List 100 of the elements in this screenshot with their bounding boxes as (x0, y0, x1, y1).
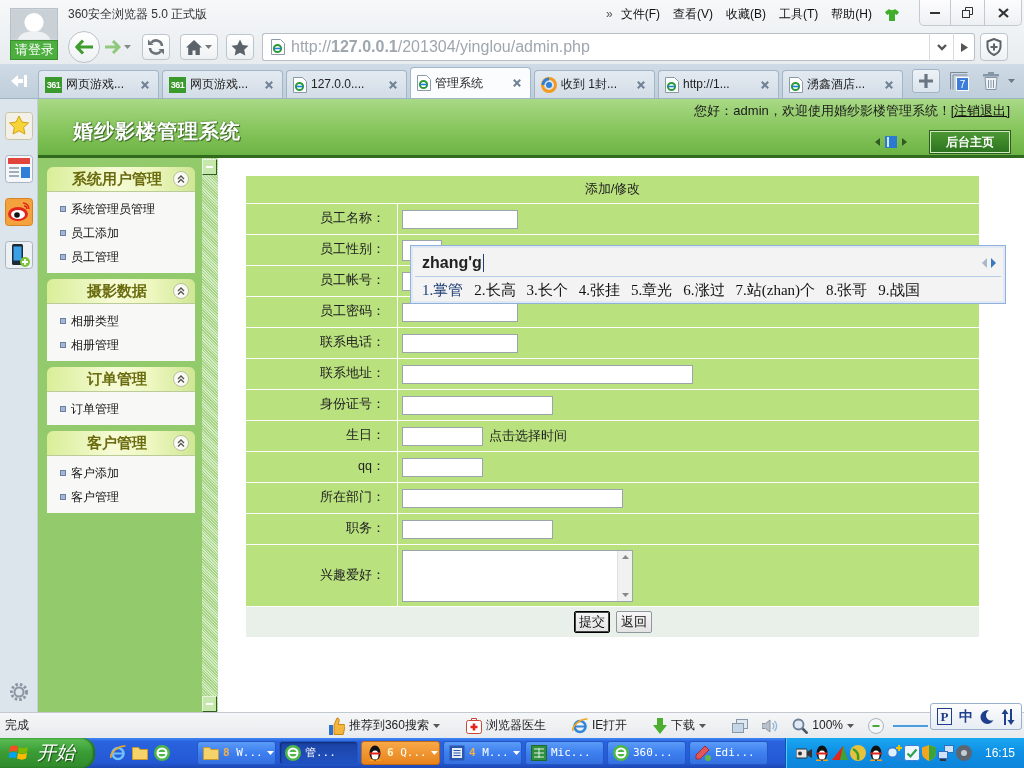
menu-item[interactable]: 员工管理 (60, 245, 195, 269)
page-arrows-icon[interactable] (981, 257, 997, 268)
taskbar-button[interactable]: Edi... (689, 741, 768, 765)
close-tab-button[interactable] (139, 78, 151, 91)
menu-item[interactable]: 工具(T) (779, 7, 819, 22)
newspaper-icon[interactable] (4, 155, 33, 183)
browser-tab[interactable]: 管理系统 (410, 67, 531, 98)
penguin-icon[interactable] (814, 745, 830, 761)
text-field[interactable] (402, 364, 693, 384)
more-menu-button[interactable]: » (606, 7, 613, 22)
date-field[interactable] (402, 426, 483, 446)
close-tab-button[interactable] (263, 78, 275, 91)
collapse-icon[interactable] (173, 283, 189, 299)
restore-button[interactable] (951, 0, 985, 26)
eye-icon[interactable] (4, 198, 33, 226)
text-field[interactable] (402, 395, 553, 415)
menu-item[interactable]: 查看(V) (673, 7, 713, 22)
close-tab-button[interactable] (635, 78, 647, 91)
zoom-out-button[interactable] (868, 717, 884, 734)
menu-group-header[interactable]: 订单管理 (47, 367, 195, 392)
menu-item[interactable]: 相册类型 (60, 309, 195, 333)
taskbar-button[interactable]: 360... (607, 741, 686, 765)
browser-tab[interactable]: http://1... (658, 70, 779, 98)
menu-item[interactable]: 相册管理 (60, 333, 195, 357)
close-tab-button[interactable] (511, 77, 523, 89)
download-button[interactable]: 下载 (653, 717, 707, 734)
textarea-field[interactable] (402, 549, 633, 602)
browser-icon[interactable] (110, 745, 126, 761)
ime-candidate[interactable]: 8.张哥 (826, 280, 868, 300)
zoom-button[interactable]: 100% (792, 717, 854, 734)
browser-tab[interactable]: 361 网页游戏... (38, 70, 159, 98)
browser-tab[interactable]: 湧鑫酒店... (782, 70, 903, 98)
home-page-button[interactable]: 后台主页 (930, 131, 1010, 154)
doctor-button[interactable]: 浏览器医生 (465, 717, 546, 734)
arrow-left-icon[interactable] (875, 138, 880, 147)
minimize-button[interactable] (919, 0, 951, 26)
ime-candidate[interactable]: 1.掌管 (422, 280, 464, 300)
folder-icon[interactable] (132, 746, 148, 760)
close-button[interactable] (985, 0, 1022, 26)
collapse-icon[interactable] (173, 371, 189, 387)
go-button[interactable] (953, 33, 975, 61)
menu-item[interactable]: 帮助(H) (831, 7, 872, 22)
network-icon[interactable] (938, 745, 954, 761)
text-field[interactable] (402, 209, 518, 229)
text-field[interactable] (402, 333, 518, 353)
settings-icon[interactable] (9, 683, 28, 701)
ime-candidate[interactable]: 4.张挂 (578, 280, 620, 300)
text-field[interactable] (402, 302, 518, 322)
trash-button[interactable] (980, 69, 1002, 93)
menu-group-header[interactable]: 客户管理 (47, 431, 195, 456)
scrollbar[interactable] (617, 550, 632, 601)
taskbar-button[interactable]: 8 W... (197, 741, 276, 765)
browser-tab[interactable]: 收到 1封... (534, 70, 655, 98)
taskbar-button[interactable]: 管... (279, 741, 358, 765)
shirt-icon[interactable] (885, 8, 899, 21)
logout-link[interactable]: [注销退出] (950, 103, 1010, 120)
ime-candidate[interactable]: 6.涨过 (683, 280, 725, 300)
ime-candidate[interactable]: 3.长个 (526, 280, 568, 300)
collapse-icon[interactable] (173, 171, 189, 187)
ime-candidate[interactable]: 7.站(zhan)个 (735, 280, 816, 300)
open-in-ie-button[interactable]: IE打开 (571, 717, 628, 734)
phone-icon[interactable] (4, 241, 33, 269)
home-button[interactable] (180, 34, 218, 60)
text-field[interactable] (402, 457, 483, 477)
up-down-arrows-icon[interactable] (1001, 708, 1015, 725)
book-icon[interactable] (885, 136, 897, 149)
menu-item[interactable]: 收藏(B) (726, 7, 766, 22)
ime-mode-button[interactable]: 中 (959, 707, 973, 726)
video-camera-icon[interactable] (796, 746, 812, 760)
moon-icon[interactable] (980, 709, 994, 724)
menu-group-header[interactable]: 摄影数据 (47, 279, 195, 304)
start-button[interactable]: 开始 (0, 738, 95, 768)
ime-candidate[interactable]: 5.章光 (631, 280, 673, 300)
menu-group-header[interactable]: 系统用户管理 (47, 167, 195, 192)
text-field[interactable] (402, 488, 623, 508)
check-icon[interactable] (904, 745, 920, 761)
browser-tab[interactable]: 127.0.0.... (286, 70, 407, 98)
favorite-button[interactable] (226, 34, 254, 60)
taskbar-button[interactable]: Mic... (525, 741, 604, 765)
back-button[interactable]: 返回 (615, 611, 652, 633)
zoom-slider-track[interactable] (893, 724, 928, 727)
menu-item[interactable]: 订单管理 (60, 397, 195, 421)
windows-icon[interactable] (732, 718, 749, 733)
back-button[interactable] (68, 31, 100, 63)
collapse-icon[interactable] (173, 435, 189, 451)
menu-item[interactable]: 员工添加 (60, 221, 195, 245)
circle-logo-icon[interactable] (154, 745, 170, 761)
menu-item[interactable]: 客户添加 (60, 461, 195, 485)
taskbar-button[interactable]: 4 M... (443, 741, 522, 765)
collapse-button[interactable] (202, 696, 217, 712)
text-field[interactable] (402, 519, 553, 539)
close-tab-button[interactable] (387, 78, 399, 91)
browser-tab[interactable]: 361 网页游戏... (162, 70, 283, 98)
menu-item[interactable]: 系统管理员管理 (60, 197, 195, 221)
refresh-button[interactable] (142, 34, 170, 60)
speaker-icon[interactable] (762, 718, 779, 733)
ime-candidate[interactable]: 9.战国 (878, 280, 920, 300)
penguin-icon[interactable] (868, 745, 884, 761)
menu-item[interactable]: 客户管理 (60, 485, 195, 509)
submit-button[interactable]: 提交 (573, 611, 610, 633)
